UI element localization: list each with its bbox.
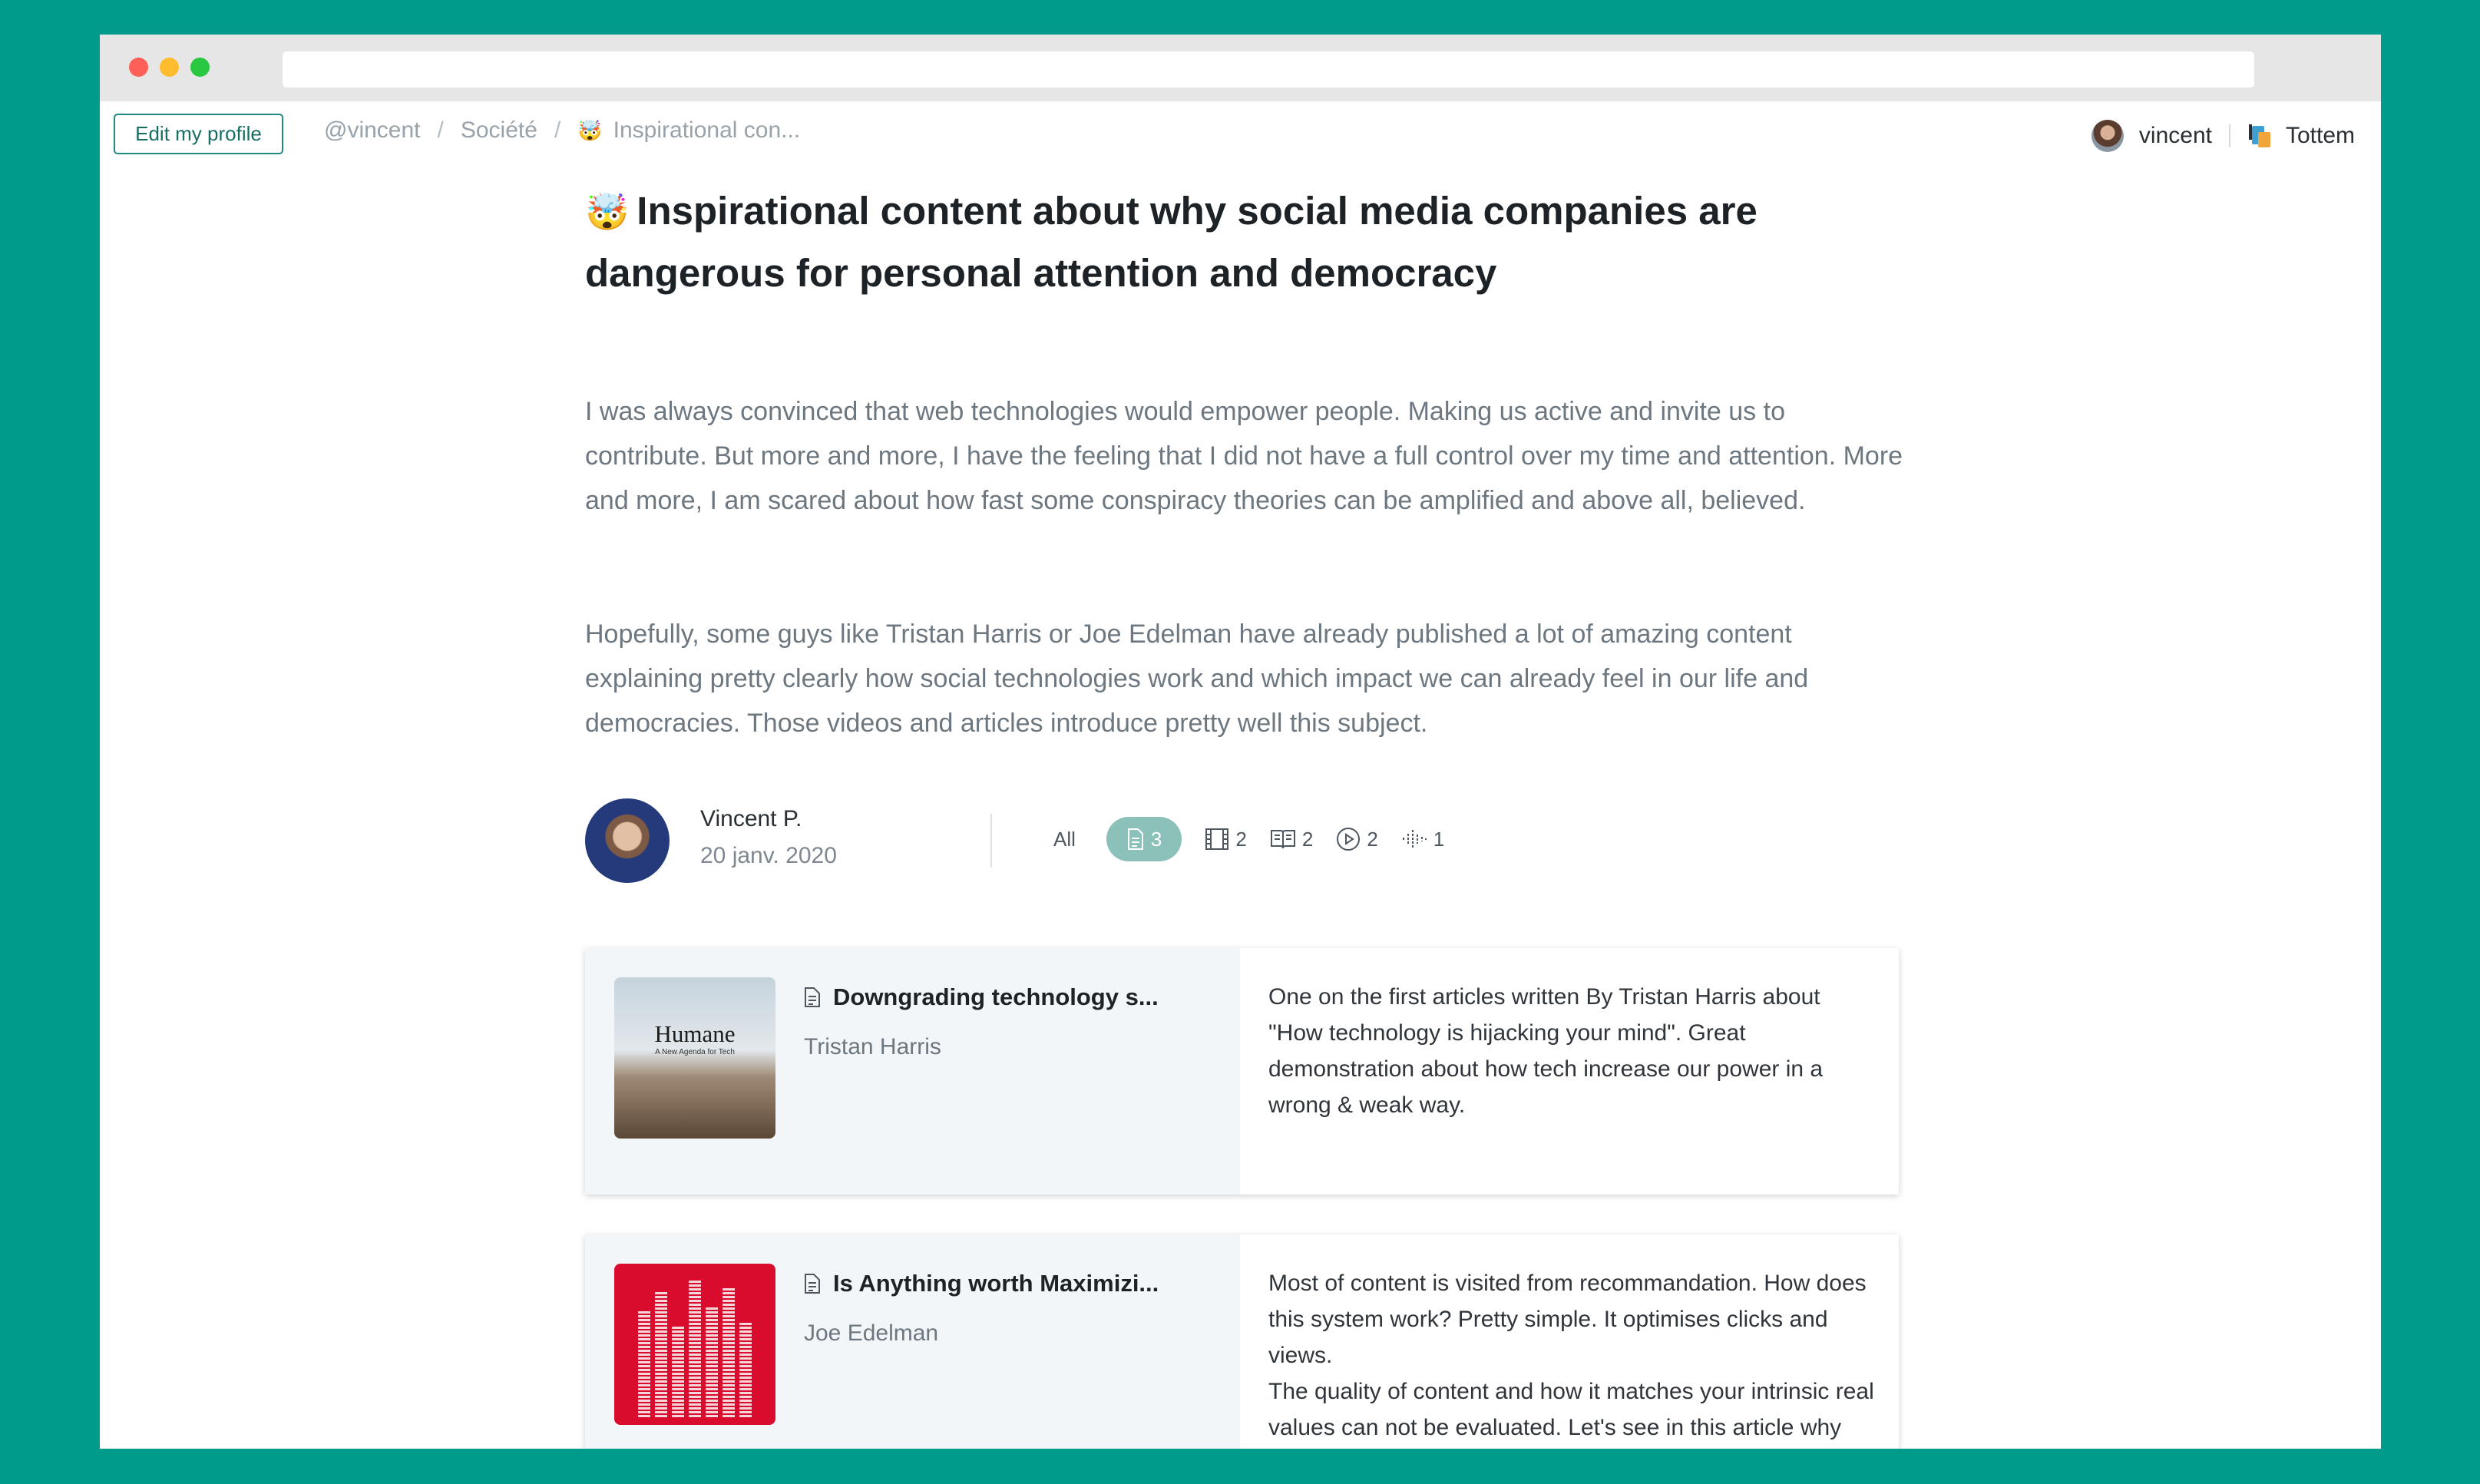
title-bar [100, 35, 2381, 101]
author-avatar[interactable] [585, 798, 670, 883]
content-card[interactable]: Humane A New Agenda for Tech Downgrading… [585, 948, 1899, 1195]
page-title-text: Inspirational content about why social m… [585, 189, 1757, 295]
divider [2228, 124, 2230, 147]
card-comment-line: Most of content is visited from recomman… [1268, 1271, 1867, 1368]
card-comment: Most of content is visited from recomman… [1268, 1265, 1875, 1449]
username-link[interactable]: vincent [2139, 123, 2212, 149]
filter-videos[interactable]: 2 [1205, 817, 1247, 861]
browser-window: Edit my profile @vincent / Société / 🤯 I… [100, 35, 2381, 1449]
book-icon [1270, 830, 1295, 849]
article-icon [1127, 828, 1143, 850]
type-filters: All 3 2 2 2 1 [1053, 817, 1467, 861]
breadcrumb-user[interactable]: @vincent [324, 117, 421, 144]
filter-count: 2 [1235, 827, 1247, 851]
exploding-head-icon: 🤯 [577, 118, 603, 142]
brand-link[interactable]: Tottem [2286, 123, 2355, 149]
card-title-text: Is Anything worth Maximizi... [833, 1270, 1159, 1297]
author-name[interactable]: Vincent P. [700, 806, 802, 832]
filter-count: 3 [1150, 827, 1162, 851]
publish-date: 20 janv. 2020 [700, 843, 837, 868]
filter-articles[interactable]: 3 [1106, 817, 1182, 861]
card-title[interactable]: Downgrading technology s... [804, 983, 1159, 1011]
tottem-logo-icon [2247, 123, 2273, 149]
card-thumbnail[interactable]: Humane A New Agenda for Tech [614, 977, 775, 1139]
avatar[interactable] [2091, 120, 2124, 152]
card-author[interactable]: Tristan Harris [804, 1034, 941, 1060]
author-row: Vincent P. 20 janv. 2020 All 3 2 2 2 1 [585, 798, 1906, 883]
thumbnail-brand: Humane [654, 1020, 736, 1047]
edit-profile-button[interactable]: Edit my profile [114, 114, 283, 154]
breadcrumb-current[interactable]: Inspirational con... [613, 117, 800, 144]
article-icon [805, 1274, 820, 1294]
card-summary: Is Anything worth Maximizi... Joe Edelma… [585, 1234, 1240, 1449]
close-window-button[interactable] [129, 58, 148, 77]
filter-podcasts[interactable]: 1 [1401, 817, 1444, 861]
breadcrumb: @vincent / Société / 🤯 Inspirational con… [324, 115, 800, 146]
divider [990, 814, 992, 868]
card-comment-line: The quality of content and how it matche… [1268, 1379, 1874, 1440]
exploding-head-icon: 🤯 [585, 192, 630, 232]
card-comment: One on the first articles written By Tri… [1268, 984, 1824, 1118]
card-title-text: Downgrading technology s... [833, 983, 1159, 1010]
page-title: 🤯 Inspirational content about why social … [585, 180, 1906, 304]
user-menu: vincent Tottem [2091, 117, 2355, 154]
filter-count: 2 [1301, 827, 1314, 851]
maximize-window-button[interactable] [190, 58, 210, 77]
address-bar[interactable] [283, 51, 2254, 88]
podcast-icon [1402, 830, 1427, 848]
article-icon [805, 987, 820, 1007]
play-icon [1337, 828, 1361, 851]
card-author[interactable]: Joe Edelman [804, 1320, 938, 1347]
content-card[interactable]: Is Anything worth Maximizi... Joe Edelma… [585, 1234, 1899, 1449]
filter-all[interactable]: All [1053, 817, 1076, 861]
description-paragraph: I was always convinced that web technolo… [585, 397, 1903, 515]
filter-books[interactable]: 2 [1270, 817, 1313, 861]
minimize-window-button[interactable] [160, 58, 179, 77]
card-title[interactable]: Is Anything worth Maximizi... [804, 1270, 1159, 1297]
breadcrumb-separator: / [437, 117, 444, 143]
filter-count: 2 [1367, 827, 1378, 851]
description-paragraph: Hopefully, some guys like Tristan Harris… [585, 620, 1809, 738]
card-summary: Humane A New Agenda for Tech Downgrading… [585, 948, 1240, 1195]
card-thumbnail[interactable] [614, 1264, 775, 1425]
breadcrumb-category[interactable]: Société [461, 117, 537, 144]
film-icon [1205, 828, 1229, 850]
breadcrumb-separator: / [554, 117, 561, 143]
thumbnail-subtitle: A New Agenda for Tech [655, 1048, 735, 1056]
filter-media[interactable]: 2 [1336, 817, 1378, 861]
filter-count: 1 [1433, 827, 1445, 851]
